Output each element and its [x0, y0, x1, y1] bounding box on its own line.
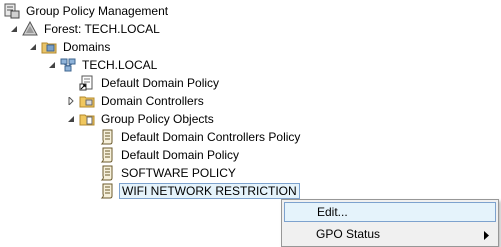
tree-item-domain[interactable]: TECH.LOCAL	[47, 56, 159, 74]
tree-item-forest[interactable]: Forest: TECH.LOCAL	[9, 20, 162, 38]
tree-item-label: Default Domain Policy	[121, 148, 240, 162]
tree-item-label: Default Domain Controllers Policy	[121, 130, 301, 144]
expanded-arrow-icon[interactable]	[28, 43, 37, 52]
tree-item-domain-controllers[interactable]: Domain Controllers	[66, 92, 206, 110]
menu-item-label: Edit...	[317, 205, 348, 219]
tree-item-label: Domain Controllers	[101, 94, 204, 108]
gpo-scroll-icon	[99, 147, 115, 163]
menu-item-gpo-status[interactable]: GPO Status	[284, 224, 496, 244]
submenu-arrow-icon	[484, 229, 490, 243]
context-menu: Edit... GPO Status	[281, 199, 499, 247]
tree-item-label: Group Policy Objects	[101, 112, 214, 126]
ou-folder-icon	[79, 93, 95, 109]
tree-item-label: TECH.LOCAL	[82, 58, 158, 72]
gpo-folder-icon	[79, 111, 95, 127]
tree-item-domains[interactable]: Domains	[28, 38, 112, 56]
tree-item-label: Default Domain Policy	[101, 76, 220, 90]
gpo-link-icon	[79, 75, 95, 91]
tree-item-label: Forest: TECH.LOCAL	[44, 22, 160, 36]
tree-item-root[interactable]: Group Policy Management	[4, 2, 170, 20]
expanded-arrow-icon[interactable]	[66, 115, 75, 124]
tree-item-gpo[interactable]: SOFTWARE POLICY	[99, 164, 238, 182]
menu-item-edit[interactable]: Edit...	[284, 202, 496, 222]
gpo-scroll-icon	[99, 183, 115, 199]
expanded-arrow-icon[interactable]	[47, 61, 56, 70]
gpo-scroll-icon	[99, 129, 115, 145]
management-console-icon	[4, 3, 20, 19]
menu-item-label: GPO Status	[316, 227, 381, 241]
domains-folder-icon	[41, 39, 57, 55]
tree-item-gpo-link[interactable]: Default Domain Policy	[79, 74, 221, 92]
tree-item-label: SOFTWARE POLICY	[121, 166, 236, 180]
tree-item-gpo-selected[interactable]: WIFI NETWORK RESTRICTION	[99, 182, 300, 200]
expanded-arrow-icon[interactable]	[9, 25, 18, 34]
tree-item-gpo[interactable]: Default Domain Controllers Policy	[99, 128, 302, 146]
tree-item-gpo-container[interactable]: Group Policy Objects	[66, 110, 216, 128]
tree-item-gpo[interactable]: Default Domain Policy	[99, 146, 241, 164]
forest-icon	[22, 21, 38, 37]
collapsed-arrow-icon[interactable]	[66, 97, 75, 106]
tree-item-label: Group Policy Management	[26, 4, 169, 18]
domain-icon	[60, 57, 76, 73]
tree-item-label: WIFI NETWORK RESTRICTION	[119, 183, 300, 199]
tree-item-label: Domains	[63, 40, 111, 54]
gpo-scroll-icon	[99, 165, 115, 181]
